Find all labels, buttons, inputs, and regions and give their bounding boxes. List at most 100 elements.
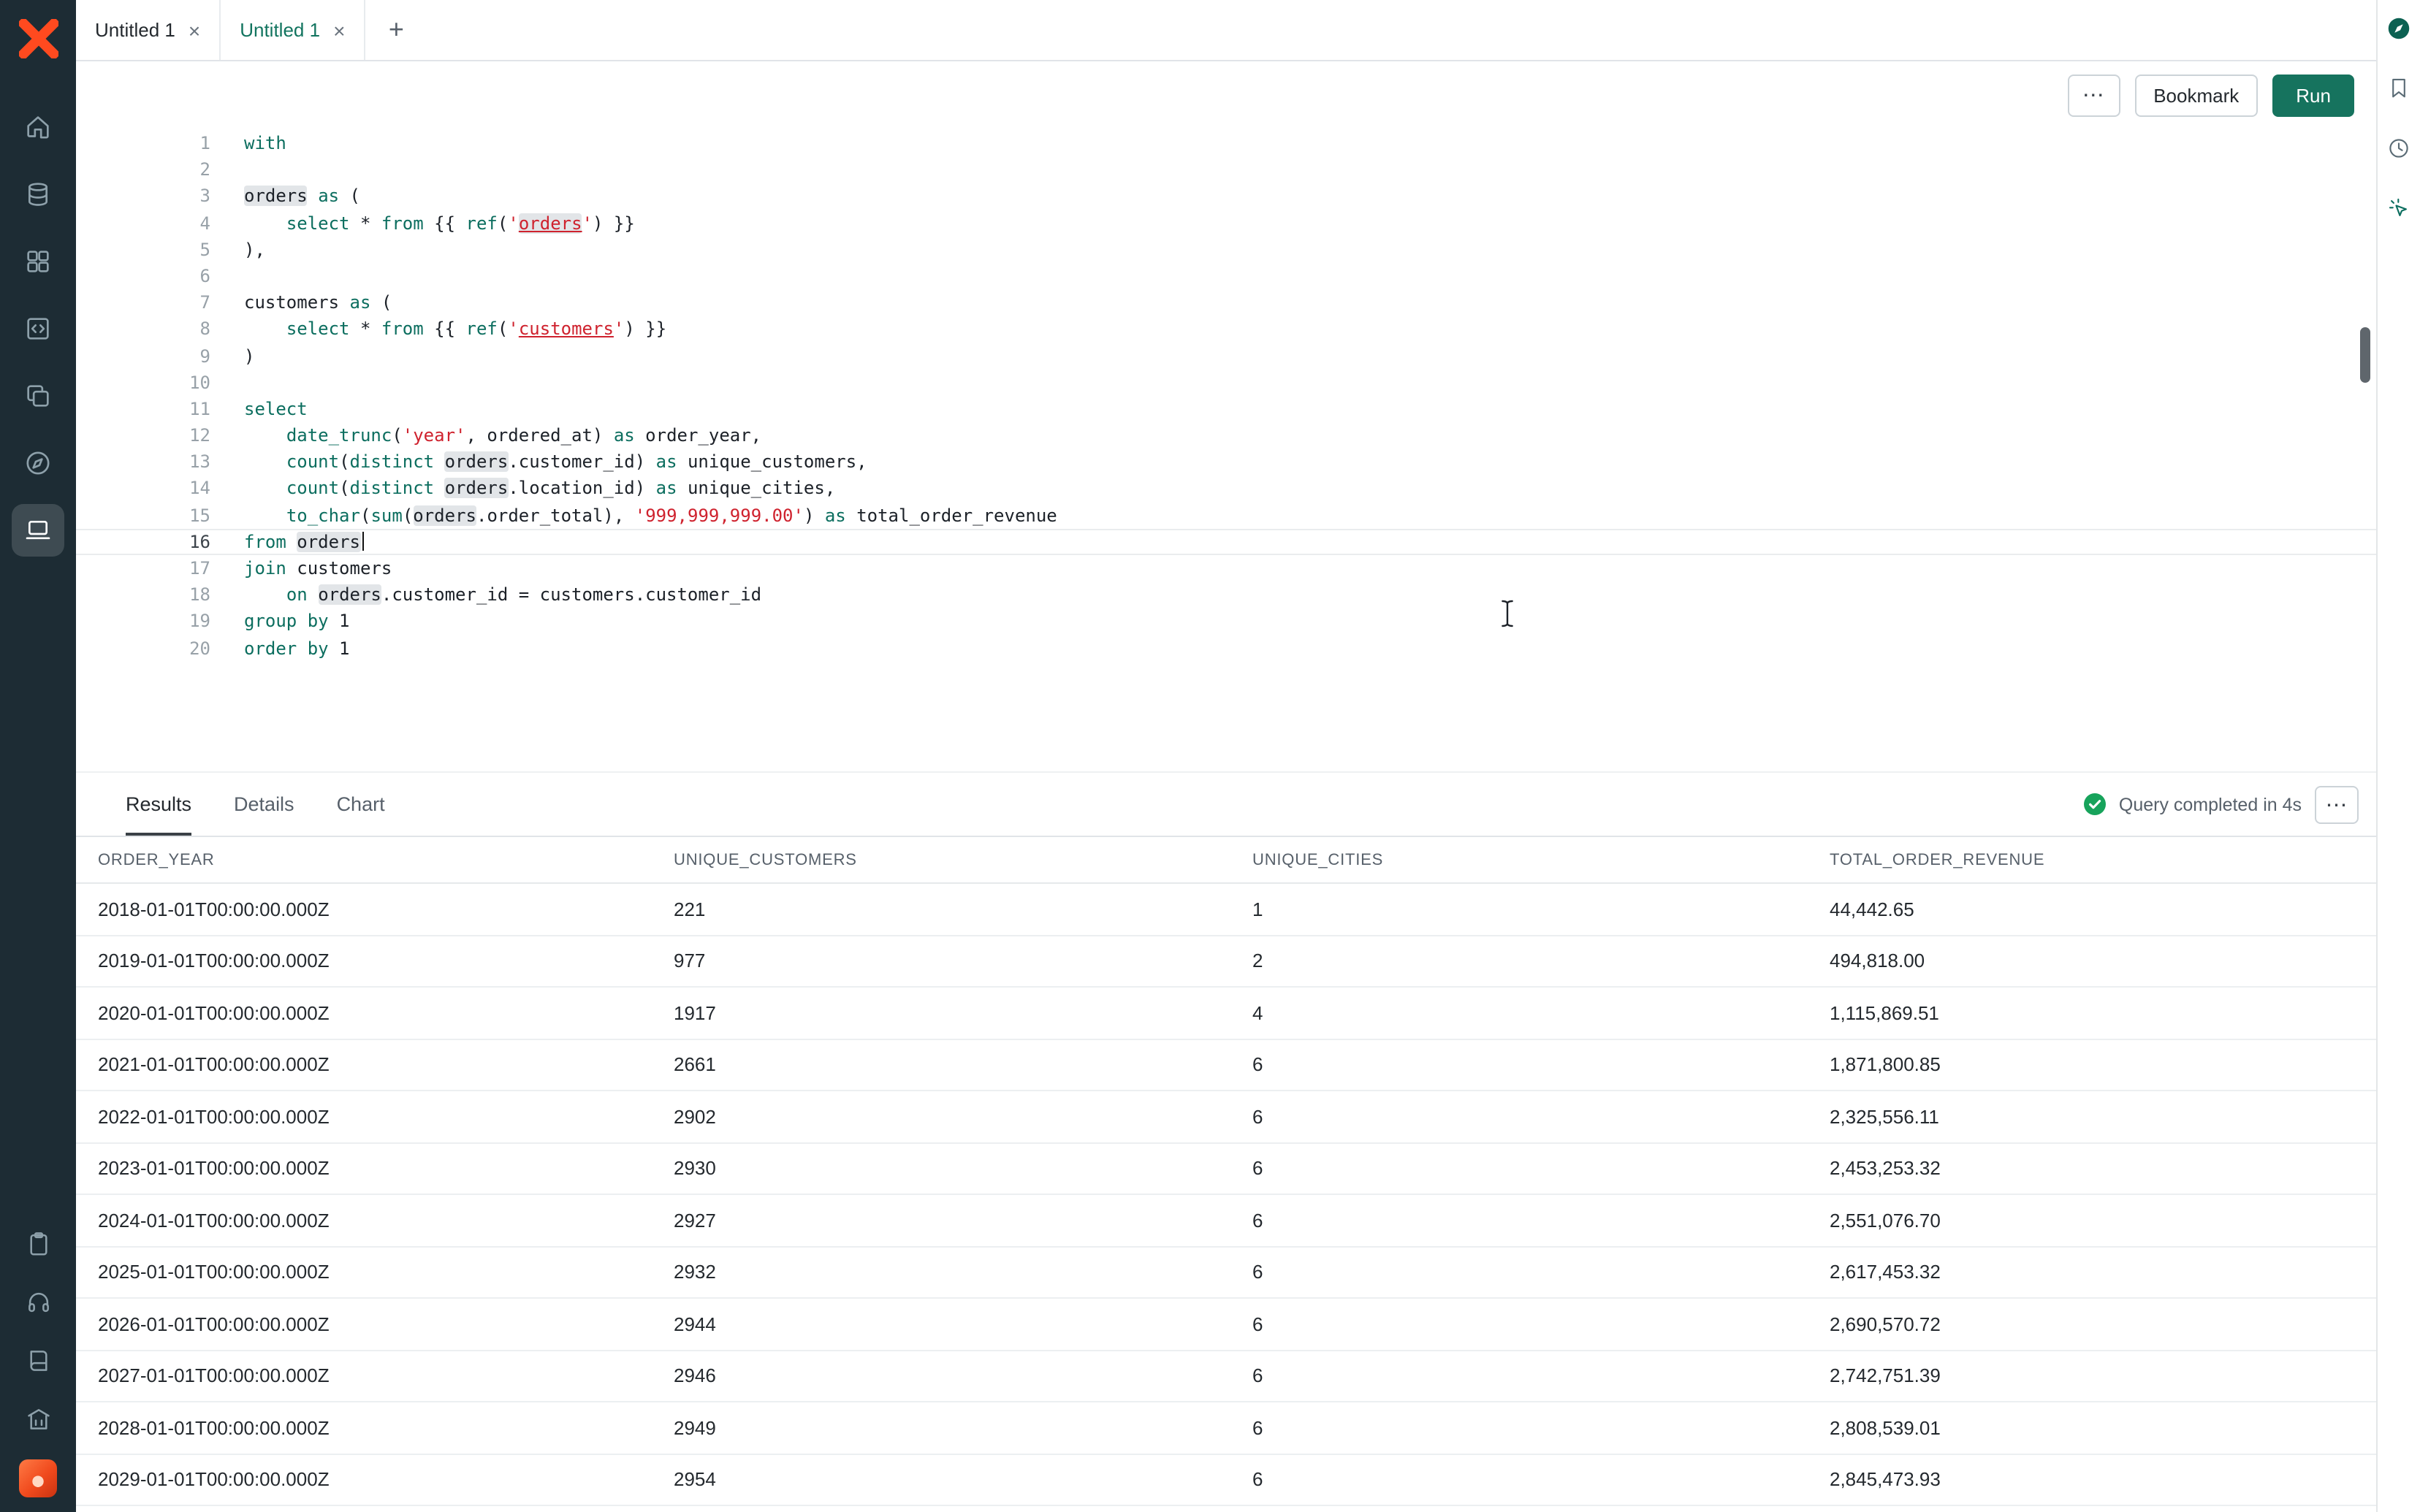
tab-untitled-2[interactable]: Untitled 1 ×	[221, 0, 365, 60]
code-line[interactable]: 18 on orders.customer_id = customers.cus…	[76, 581, 2376, 608]
line-number: 17	[76, 555, 222, 581]
table-row[interactable]: 2025-01-01T00:00:00.000Z293262,617,453.3…	[76, 1247, 2376, 1299]
table-cell: 2029-01-01T00:00:00.000Z	[98, 1469, 674, 1491]
table-row[interactable]: 2023-01-01T00:00:00.000Z293062,453,253.3…	[76, 1143, 2376, 1195]
sidebar-organization-button[interactable]	[15, 1395, 61, 1442]
editor-scrollbar-thumb[interactable]	[2360, 327, 2370, 383]
new-tab-button[interactable]: +	[365, 0, 427, 60]
code-line[interactable]: 2	[76, 156, 2376, 183]
sidebar-home-button[interactable]	[12, 101, 64, 153]
column-header[interactable]: ORDER_YEAR	[98, 851, 674, 868]
code-line[interactable]: 16from orders	[76, 529, 2376, 555]
rail-bookmark-button[interactable]	[2383, 72, 2415, 104]
tab-close-icon[interactable]: ×	[189, 20, 200, 40]
app-logo[interactable]	[18, 19, 58, 58]
sidebar-notebook-button[interactable]	[15, 1337, 61, 1383]
sql-editor[interactable]: 1with23orders as (4 select * from {{ ref…	[76, 129, 2376, 771]
table-row[interactable]: 2020-01-01T00:00:00.000Z191741,115,869.5…	[76, 988, 2376, 1039]
sidebar-support-button[interactable]	[15, 1278, 61, 1325]
rail-history-button[interactable]	[2383, 131, 2415, 164]
code-text	[222, 263, 2376, 289]
x-logo-icon	[18, 19, 58, 58]
sidebar-clipboard-button[interactable]	[15, 1220, 61, 1267]
more-options-button[interactable]: ⋯	[2067, 74, 2120, 116]
run-button[interactable]: Run	[2272, 74, 2354, 116]
code-line[interactable]: 9)	[76, 343, 2376, 369]
tab-untitled-1[interactable]: Untitled 1 ×	[76, 0, 221, 60]
table-row[interactable]: 2021-01-01T00:00:00.000Z266161,871,800.8…	[76, 1039, 2376, 1091]
line-number: 7	[76, 289, 222, 316]
code-line[interactable]: 19group by 1	[76, 608, 2376, 635]
code-line[interactable]: 4 select * from {{ ref('orders') }}	[76, 210, 2376, 236]
table-cell: 6	[1252, 1158, 1830, 1180]
sidebar-develop-button[interactable]	[12, 504, 64, 557]
table-row[interactable]: 2019-01-01T00:00:00.000Z9772494,818.00	[76, 936, 2376, 988]
table-cell: 2026-01-01T00:00:00.000Z	[98, 1313, 674, 1335]
rail-cursor-click-button[interactable]	[2383, 191, 2415, 224]
code-line[interactable]: 12 date_trunc('year', ordered_at) as ord…	[76, 422, 2376, 448]
tab-close-icon[interactable]: ×	[333, 20, 345, 40]
table-cell: 2027-01-01T00:00:00.000Z	[98, 1365, 674, 1387]
code-text: group by 1	[222, 608, 2376, 635]
database-icon	[23, 180, 53, 209]
table-row[interactable]: 2018-01-01T00:00:00.000Z221144,442.65	[76, 884, 2376, 936]
column-header[interactable]: UNIQUE_CUSTOMERS	[674, 851, 1252, 868]
results-more-button[interactable]: ⋯	[2315, 785, 2359, 823]
code-line[interactable]: 6	[76, 263, 2376, 289]
rail-explore-button[interactable]	[2383, 12, 2415, 44]
table-row[interactable]: 2029-01-01T00:00:00.000Z295462,845,473.9…	[76, 1454, 2376, 1506]
tab-details[interactable]: Details	[234, 773, 294, 836]
code-line[interactable]: 1with	[76, 130, 2376, 156]
bookmark-button[interactable]: Bookmark	[2134, 74, 2258, 116]
column-header[interactable]: TOTAL_ORDER_REVENUE	[1830, 851, 2376, 868]
tab-bar: Untitled 1 × Untitled 1 × +	[76, 0, 2376, 61]
code-line[interactable]: 14 count(distinct orders.location_id) as…	[76, 476, 2376, 502]
sidebar-explore-button[interactable]	[12, 437, 64, 489]
code-line[interactable]: 10	[76, 369, 2376, 395]
table-cell: 2949	[674, 1417, 1252, 1439]
table-row[interactable]: 2030-01-01T00:00:00.000Z287961,841,049.3…	[76, 1506, 2376, 1512]
table-cell: 6	[1252, 1313, 1830, 1335]
table-cell: 221	[674, 898, 1252, 920]
tab-label: Untitled 1	[95, 19, 175, 41]
table-row[interactable]: 2027-01-01T00:00:00.000Z294662,742,751.3…	[76, 1351, 2376, 1402]
code-text: customers as (	[222, 289, 2376, 316]
table-cell: 2,742,751.39	[1830, 1365, 2376, 1387]
tab-chart[interactable]: Chart	[337, 773, 385, 836]
user-avatar[interactable]	[19, 1459, 57, 1497]
table-cell: 4	[1252, 1002, 1830, 1024]
code-line[interactable]: 17join customers	[76, 555, 2376, 581]
code-line[interactable]: 15 to_char(sum(orders.order_total), '999…	[76, 502, 2376, 528]
table-row[interactable]: 2026-01-01T00:00:00.000Z294462,690,570.7…	[76, 1299, 2376, 1351]
table-row[interactable]: 2022-01-01T00:00:00.000Z290262,325,556.1…	[76, 1091, 2376, 1143]
code-line[interactable]: 20order by 1	[76, 635, 2376, 661]
table-cell: 2,690,570.72	[1830, 1313, 2376, 1335]
sidebar-code-button[interactable]	[12, 302, 64, 355]
table-row[interactable]: 2028-01-01T00:00:00.000Z294962,808,539.0…	[76, 1402, 2376, 1454]
sidebar-windows-button[interactable]	[12, 370, 64, 422]
table-cell: 2018-01-01T00:00:00.000Z	[98, 898, 674, 920]
table-row[interactable]: 2024-01-01T00:00:00.000Z292762,551,076.7…	[76, 1195, 2376, 1247]
table-cell: 977	[674, 950, 1252, 972]
query-status-text: Query completed in 4s	[2119, 794, 2302, 814]
cursor-click-icon	[2386, 195, 2411, 220]
code-line[interactable]: 11select	[76, 396, 2376, 422]
notebook-icon	[24, 1346, 52, 1374]
table-cell: 2944	[674, 1313, 1252, 1335]
code-text: orders as (	[222, 183, 2376, 210]
code-line[interactable]: 13 count(distinct orders.customer_id) as…	[76, 449, 2376, 476]
code-line[interactable]: 5),	[76, 237, 2376, 263]
column-header[interactable]: UNIQUE_CITIES	[1252, 851, 1830, 868]
table-cell: 2930	[674, 1158, 1252, 1180]
code-line[interactable]: 7customers as (	[76, 289, 2376, 316]
windows-icon	[23, 381, 53, 411]
sidebar-data-button[interactable]	[12, 168, 64, 221]
code-line[interactable]: 8 select * from {{ ref('customers') }}	[76, 316, 2376, 343]
building-icon	[24, 1405, 52, 1432]
code-text: with	[222, 130, 2376, 156]
table-cell: 2023-01-01T00:00:00.000Z	[98, 1158, 674, 1180]
sidebar-apps-button[interactable]	[12, 235, 64, 288]
code-line[interactable]: 3orders as (	[76, 183, 2376, 210]
tab-results[interactable]: Results	[126, 773, 191, 836]
code-text: to_char(sum(orders.order_total), '999,99…	[222, 502, 2376, 528]
